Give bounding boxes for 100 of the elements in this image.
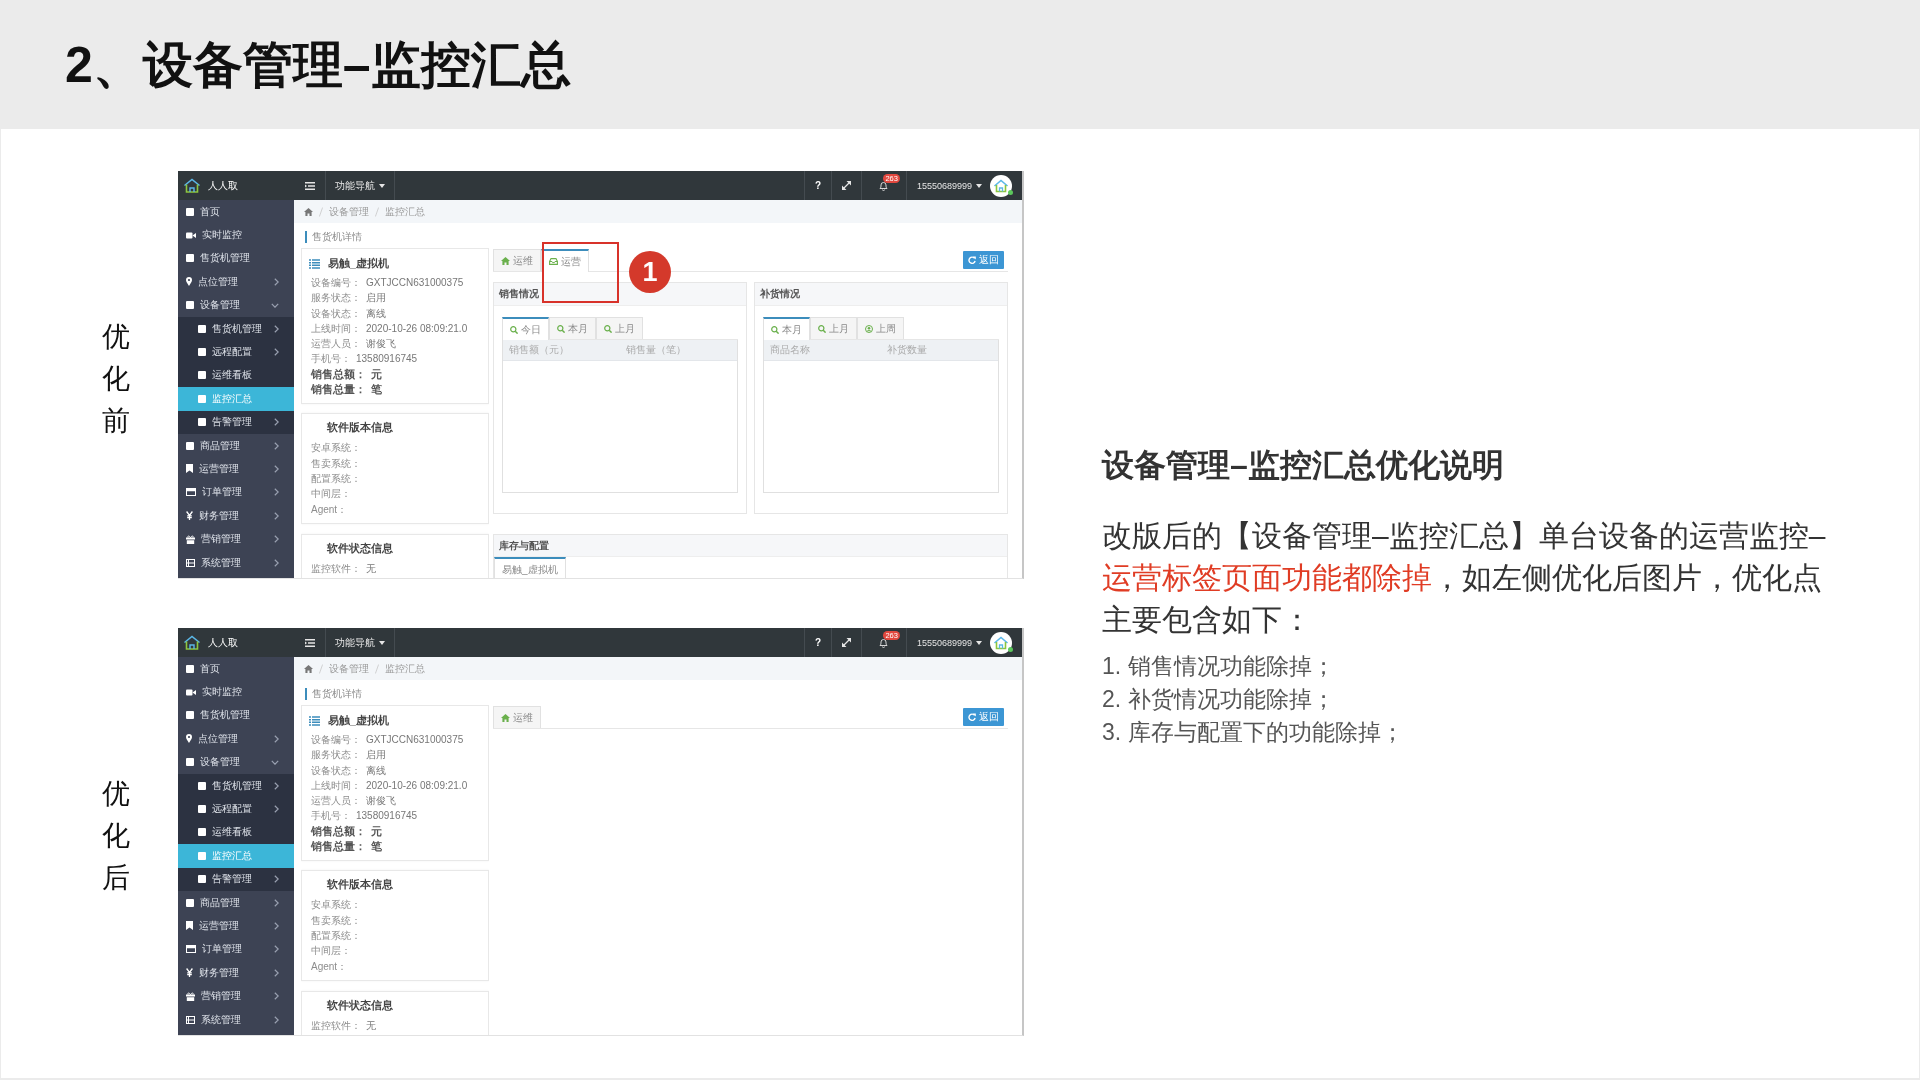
sidebar-item[interactable]: 告警管理 bbox=[178, 867, 294, 891]
field-label: 手机号： bbox=[311, 352, 351, 367]
bookmark-icon bbox=[186, 921, 193, 931]
sidebar-item[interactable]: 订单管理 bbox=[178, 480, 294, 505]
menu-icon[interactable] bbox=[304, 638, 315, 647]
square-icon bbox=[186, 441, 194, 450]
video-camera-icon bbox=[186, 688, 196, 696]
gift-icon bbox=[186, 991, 195, 1001]
sidebar-item[interactable]: 远程配置 bbox=[178, 797, 294, 821]
list-item: 3. 库存与配置下的功能除掉； bbox=[1102, 718, 1404, 747]
sidebar-item[interactable]: 运营管理 bbox=[178, 457, 294, 481]
field-value: 13580916745 bbox=[356, 352, 418, 367]
sidebar-item[interactable]: 远程配置 bbox=[178, 340, 294, 364]
field-value: GXTJCCN631000375 bbox=[366, 276, 464, 290]
tray-icon bbox=[549, 258, 558, 265]
sidebar-item[interactable]: 商品管理 bbox=[178, 890, 294, 915]
map-marker-icon bbox=[186, 277, 192, 287]
field-label: 服务状态： bbox=[311, 291, 361, 306]
sidebar-item[interactable]: 实时监控 bbox=[178, 680, 294, 704]
tab[interactable]: 上月 bbox=[810, 317, 857, 339]
sidebar-item[interactable]: 运维看板 bbox=[178, 363, 294, 388]
square-icon bbox=[198, 851, 206, 860]
sidebar-item[interactable]: 系统管理 bbox=[178, 550, 294, 575]
expand-icon[interactable] bbox=[841, 638, 851, 647]
sidebar-item[interactable]: 运营管理 bbox=[178, 914, 294, 938]
square-icon bbox=[198, 371, 206, 380]
sidebar-item[interactable]: 点位管理 bbox=[178, 727, 294, 751]
field-label: 手机号： bbox=[311, 809, 351, 824]
field-value: 笔 bbox=[371, 839, 382, 855]
sidebar-item[interactable]: 营销管理 bbox=[178, 984, 294, 1008]
field-value: GXTJCCN631000375 bbox=[366, 733, 464, 747]
sidebar-item[interactable]: 运维看板 bbox=[178, 820, 294, 845]
field-label: 销售总额： bbox=[311, 366, 366, 382]
credit-card-icon bbox=[186, 488, 196, 497]
tab[interactable]: 今日 bbox=[502, 317, 549, 340]
home-icon bbox=[501, 713, 510, 722]
avatar-icon[interactable] bbox=[990, 631, 1012, 654]
search-icon bbox=[604, 324, 612, 333]
field-label: 上线时间： bbox=[311, 778, 361, 793]
status-dot-icon bbox=[1008, 647, 1013, 652]
home-icon[interactable] bbox=[304, 664, 313, 673]
field-label: 配置系统： bbox=[311, 471, 361, 486]
home-icon[interactable] bbox=[304, 207, 313, 216]
expand-icon[interactable] bbox=[841, 181, 851, 190]
tab[interactable]: 运营 bbox=[541, 249, 589, 272]
field-value: 启用 bbox=[366, 291, 386, 306]
field-label: 设备编号： bbox=[311, 276, 361, 290]
search-icon bbox=[557, 324, 565, 333]
sidebar-item[interactable]: 首页 bbox=[178, 657, 294, 681]
house-logo-icon bbox=[183, 178, 201, 193]
field-label: Agent： bbox=[311, 502, 348, 517]
sidebar-item[interactable]: 实时监控 bbox=[178, 223, 294, 247]
field-value: 元 bbox=[371, 366, 382, 382]
column-header: 销售额（元） bbox=[508, 343, 570, 357]
field-label: 售卖系统： bbox=[311, 913, 361, 928]
bell-icon[interactable] bbox=[879, 180, 889, 191]
sidebar-item[interactable]: 设备管理 bbox=[178, 750, 294, 774]
square-icon bbox=[198, 394, 206, 403]
sidebar-item[interactable]: 订单管理 bbox=[178, 937, 294, 962]
sidebar-item[interactable]: 售货机管理 bbox=[178, 316, 294, 341]
panel-title: 销售情况 bbox=[494, 283, 746, 306]
card-title: 软件状态信息 bbox=[326, 540, 393, 556]
caret-icon bbox=[379, 640, 385, 645]
sidebar-item[interactable]: 售货机管理 bbox=[178, 246, 294, 271]
sidebar-item[interactable]: 财务管理 bbox=[178, 961, 294, 985]
sidebar-item[interactable]: 营销管理 bbox=[178, 527, 294, 551]
menu-icon[interactable] bbox=[304, 181, 315, 190]
sidebar-item[interactable]: 设备管理 bbox=[178, 293, 294, 317]
step-badge: 1 bbox=[629, 251, 671, 293]
tab[interactable]: 上月 bbox=[596, 317, 643, 339]
sidebar-item[interactable]: 财务管理 bbox=[178, 504, 294, 528]
sidebar-item[interactable]: 售货机管理 bbox=[178, 703, 294, 728]
field-label: 中间层： bbox=[311, 944, 351, 959]
tab[interactable]: 上周 bbox=[857, 317, 904, 339]
tab[interactable]: 本月 bbox=[763, 317, 810, 340]
column-header: 补货数量 bbox=[886, 343, 928, 357]
refresh-icon bbox=[968, 255, 976, 264]
tab[interactable]: 易触_虚拟机 bbox=[494, 557, 566, 578]
avatar-icon[interactable] bbox=[990, 174, 1012, 197]
field-value: 启用 bbox=[366, 748, 386, 763]
field-label: 设备状态： bbox=[311, 763, 361, 778]
bell-icon[interactable] bbox=[879, 637, 889, 648]
slide-title: 2、设备管理–监控汇总 bbox=[65, 35, 571, 95]
brand-name: 人人取 bbox=[208, 635, 238, 650]
device-name: 易触_虚拟机 bbox=[328, 713, 389, 728]
column-header: 销售量（笔） bbox=[625, 343, 687, 357]
section-label: 优化后 bbox=[102, 777, 130, 895]
breadcrumb-current: 监控汇总 bbox=[385, 204, 425, 219]
field-label: 运营人员： bbox=[311, 337, 361, 352]
gift-icon bbox=[186, 534, 195, 544]
field-value: 元 bbox=[371, 823, 382, 839]
sidebar-item[interactable]: 售货机管理 bbox=[178, 773, 294, 798]
sidebar-item[interactable]: 首页 bbox=[178, 200, 294, 224]
sidebar-item[interactable]: 系统管理 bbox=[178, 1007, 294, 1032]
field-value: 13580916745 bbox=[356, 809, 418, 824]
field-label: 服务状态： bbox=[311, 748, 361, 763]
sidebar-item[interactable]: 点位管理 bbox=[178, 270, 294, 294]
sidebar-item[interactable]: 告警管理 bbox=[178, 410, 294, 434]
square-icon bbox=[186, 664, 194, 673]
sidebar-item[interactable]: 商品管理 bbox=[178, 433, 294, 458]
